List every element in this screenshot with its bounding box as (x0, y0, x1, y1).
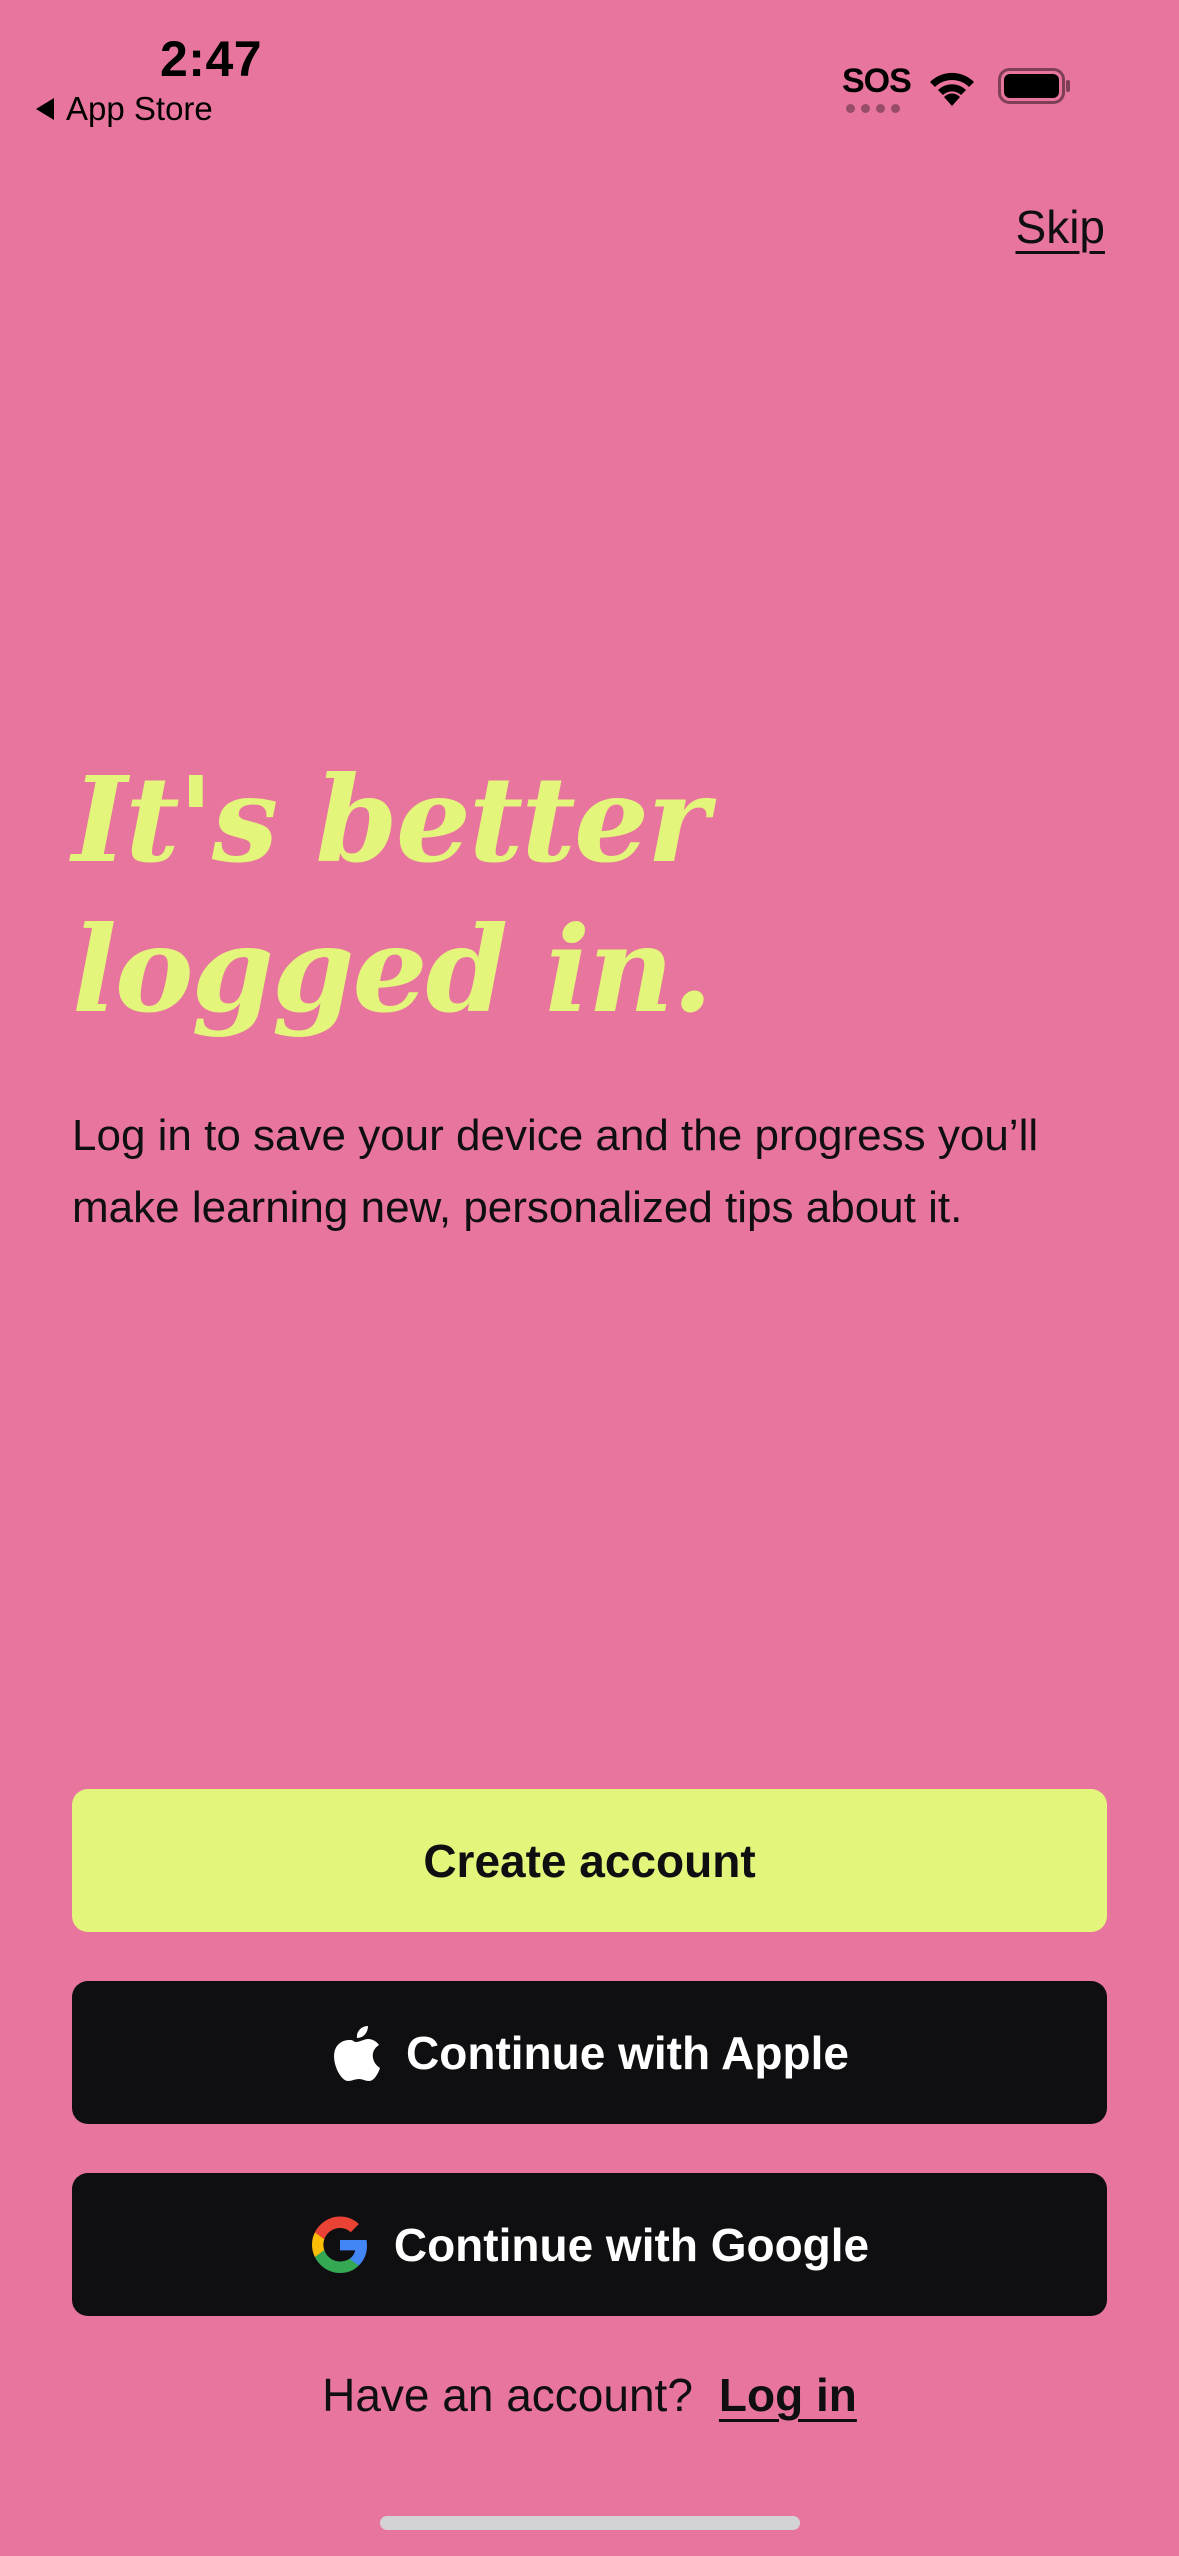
status-time: 2:47 (160, 31, 263, 87)
continue-with-google-label: Continue with Google (393, 2218, 870, 2271)
continue-with-apple-label: Continue with Apple (406, 2026, 849, 2079)
back-app-label: App Store (66, 90, 213, 127)
create-account-label: Create account (423, 1834, 756, 1887)
skip-link[interactable]: Skip (1016, 200, 1105, 254)
have-account-text: Have an account? (322, 2369, 693, 2421)
page-title: It's better logged in. (72, 745, 1072, 1045)
back-arrow-icon (36, 98, 54, 120)
apple-logo-icon (330, 2023, 382, 2083)
sos-indicator: SOS (842, 62, 912, 100)
continue-with-google-button[interactable]: Continue with Google (72, 2173, 1107, 2316)
continue-with-apple-button[interactable]: Continue with Apple (72, 1981, 1107, 2124)
home-indicator[interactable] (380, 2516, 800, 2530)
signal-dots (846, 104, 900, 113)
back-to-app-store[interactable]: App Store (36, 90, 213, 128)
google-logo-icon (310, 2215, 370, 2275)
wifi-icon (930, 72, 974, 106)
log-in-link[interactable]: Log in (719, 2368, 857, 2422)
login-prompt: Have an account? Log in (0, 2368, 1179, 2422)
battery-icon (998, 68, 1070, 104)
status-bar: 2:47 App Store SOS (0, 0, 1179, 130)
create-account-button[interactable]: Create account (72, 1789, 1107, 1932)
title-line-1: It's better (72, 750, 709, 889)
page-description: Log in to save your device and the progr… (72, 1111, 1039, 1232)
title-line-2: logged in. (72, 900, 713, 1039)
